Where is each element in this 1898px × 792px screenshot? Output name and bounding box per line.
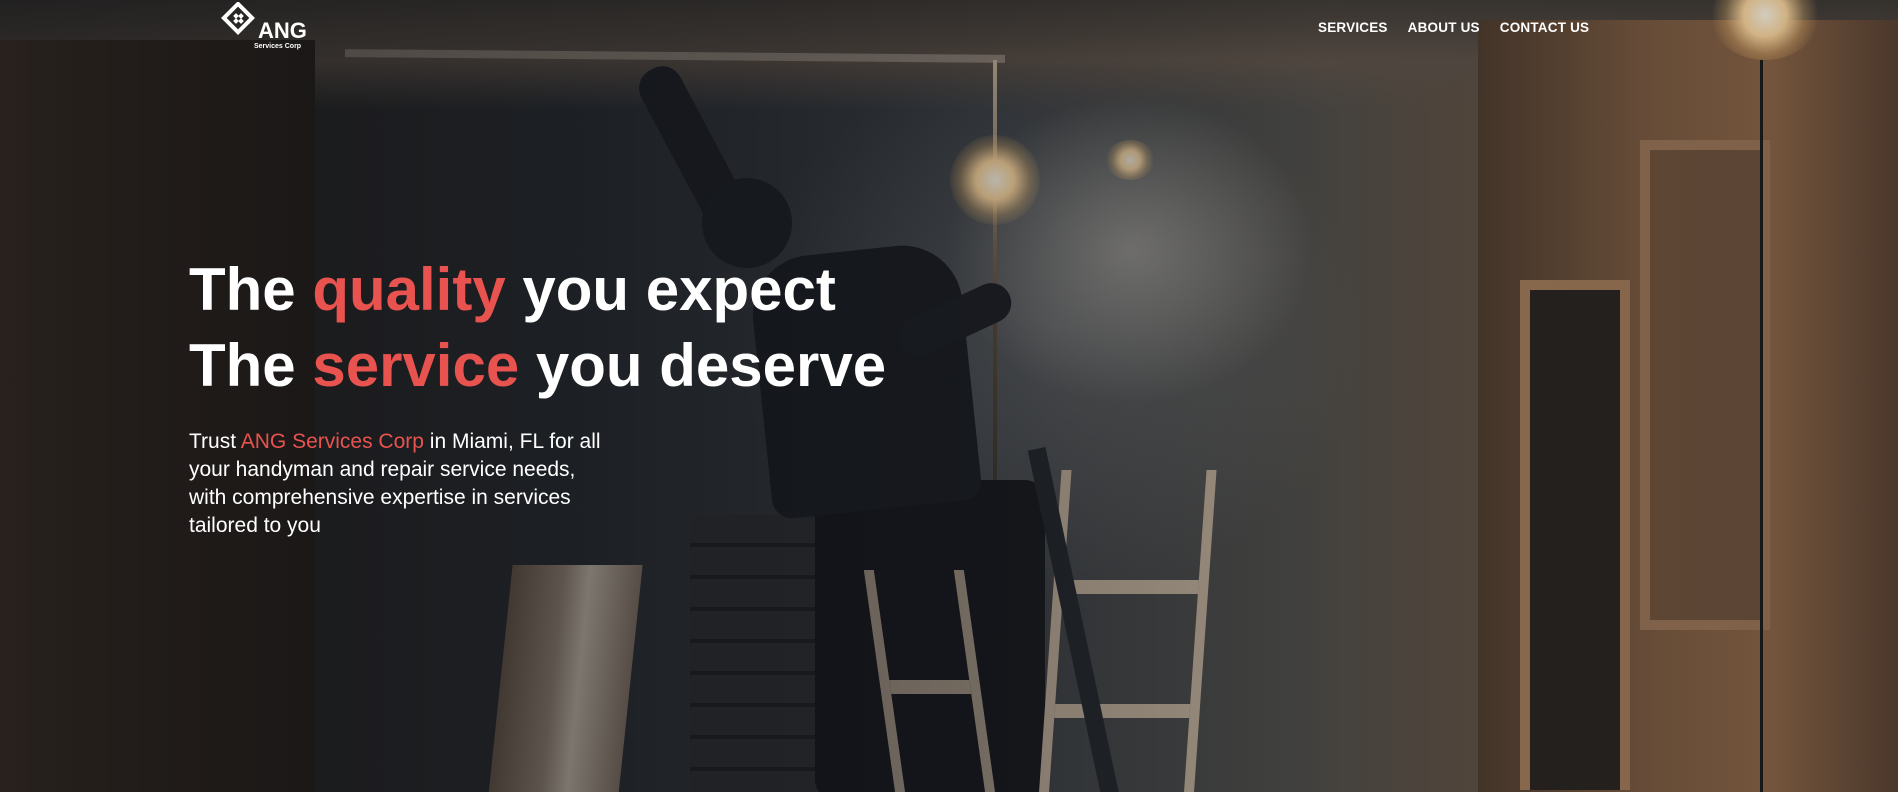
nav-item-about-us[interactable]: ABOUT US	[1408, 20, 1480, 35]
brand-tagline: Services Corp	[254, 43, 302, 50]
headline-line-1-post: you expect	[505, 256, 836, 323]
brand-name: ANG	[258, 18, 307, 43]
nav-item-contact-us[interactable]: CONTACT US	[1500, 20, 1590, 35]
hero-headline: The quality you expect The service you d…	[189, 252, 886, 404]
logo-diamond-icon	[221, 2, 255, 35]
description-company-name: ANG Services Corp	[240, 430, 424, 453]
headline-accent-quality: quality	[312, 256, 506, 323]
headline-line-2: The service you deserve	[189, 332, 886, 399]
headline-line-1: The quality you expect	[189, 256, 836, 323]
headline-line-1-pre: The	[189, 256, 313, 323]
brand-logo[interactable]: ANG Services Corp	[218, 2, 313, 54]
headline-accent-service: service	[312, 332, 520, 399]
headline-line-2-pre: The	[189, 332, 313, 399]
main-nav: SERVICES ABOUT US CONTACT US	[1318, 20, 1589, 35]
headline-line-2-post: you deserve	[519, 332, 887, 399]
hero-description: Trust ANG Services Corp in Miami, FL for…	[189, 428, 609, 540]
hero-section: ANG Services Corp SERVICES ABOUT US CONT…	[0, 0, 1898, 792]
nav-item-services[interactable]: SERVICES	[1318, 20, 1388, 35]
description-pre: Trust	[189, 430, 241, 453]
